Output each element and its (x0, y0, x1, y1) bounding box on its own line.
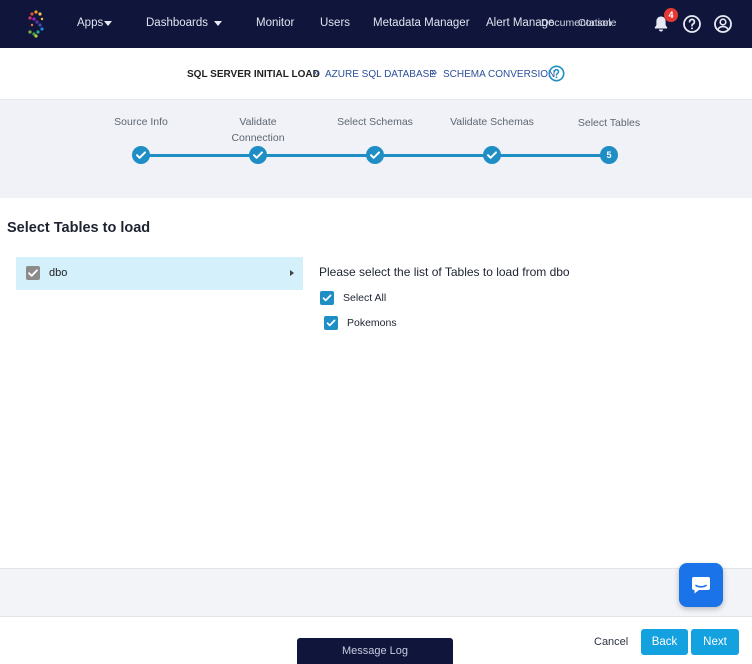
top-navigation-bar: Apps Dashboards Monitor Users Metadata M… (0, 0, 752, 48)
help-icon[interactable] (682, 14, 702, 34)
breadcrumb-target[interactable]: AZURE SQL DATABASE (325, 69, 436, 80)
chevron-down-icon[interactable] (214, 21, 222, 26)
checkmark-icon (136, 151, 146, 159)
tables-heading: Please select the list of Tables to load… (319, 265, 570, 279)
nav-monitor[interactable]: Monitor (256, 17, 294, 29)
table-checkbox[interactable] (324, 316, 338, 330)
breadcrumb: SQL SERVER INITIAL LOAD » AZURE SQL DATA… (0, 48, 752, 100)
step-label-select-tables: Select Tables (577, 117, 641, 129)
step-2-complete (249, 146, 267, 164)
nav-metadata-manager[interactable]: Metadata Manager (373, 17, 470, 29)
nav-users[interactable]: Users (320, 17, 350, 29)
step-5-current: 5 (600, 146, 618, 164)
schema-list-item[interactable]: dbo (16, 257, 303, 290)
step-label-validate-connection: Validate Connection (231, 116, 285, 144)
step-3-complete (366, 146, 384, 164)
breadcrumb-separator: » (313, 67, 320, 79)
nav-dashboards[interactable]: Dashboards (146, 17, 208, 29)
nav-console[interactable]: Console (578, 17, 617, 29)
user-icon[interactable] (713, 14, 733, 34)
step-1-complete (132, 146, 150, 164)
step-label-validate-schemas: Validate Schemas (450, 116, 534, 128)
schema-name: dbo (49, 267, 68, 279)
schema-checkbox[interactable] (26, 266, 40, 280)
message-log-tab[interactable]: Message Log (297, 638, 453, 664)
select-all-checkbox[interactable] (320, 291, 334, 305)
next-button[interactable]: Next (691, 629, 739, 655)
table-name: Pokemons (347, 317, 397, 329)
breadcrumb-app-name[interactable]: SQL SERVER INITIAL LOAD (187, 69, 320, 80)
striim-logo-icon[interactable] (24, 8, 48, 40)
breadcrumb-separator: » (431, 67, 438, 79)
step-label-source-info: Source Info (114, 116, 168, 128)
breadcrumb-current[interactable]: SCHEMA CONVERSION (443, 69, 555, 80)
help-circle-icon[interactable] (548, 65, 565, 82)
footer-band (0, 568, 752, 617)
chevron-down-icon[interactable] (104, 21, 112, 26)
step-label-select-schemas: Select Schemas (337, 116, 413, 128)
notification-badge: 4 (664, 8, 678, 22)
checkmark-icon (322, 294, 332, 302)
checkmark-icon (28, 269, 38, 277)
chat-button[interactable] (679, 563, 723, 607)
chat-icon (692, 577, 710, 594)
chevron-right-icon[interactable] (290, 270, 294, 276)
checkmark-icon (370, 151, 380, 159)
step-4-complete (483, 146, 501, 164)
select-all-label: Select All (343, 292, 387, 304)
nav-apps[interactable]: Apps (77, 17, 103, 29)
page-title: Select Tables to load (7, 220, 151, 236)
checkmark-icon (253, 151, 263, 159)
wizard-stepper: Source Info Validate Connection Select S… (0, 100, 752, 198)
checkmark-icon (326, 319, 336, 327)
cancel-button[interactable]: Cancel (594, 636, 628, 648)
back-button[interactable]: Back (641, 629, 688, 655)
checkmark-icon (487, 151, 497, 159)
